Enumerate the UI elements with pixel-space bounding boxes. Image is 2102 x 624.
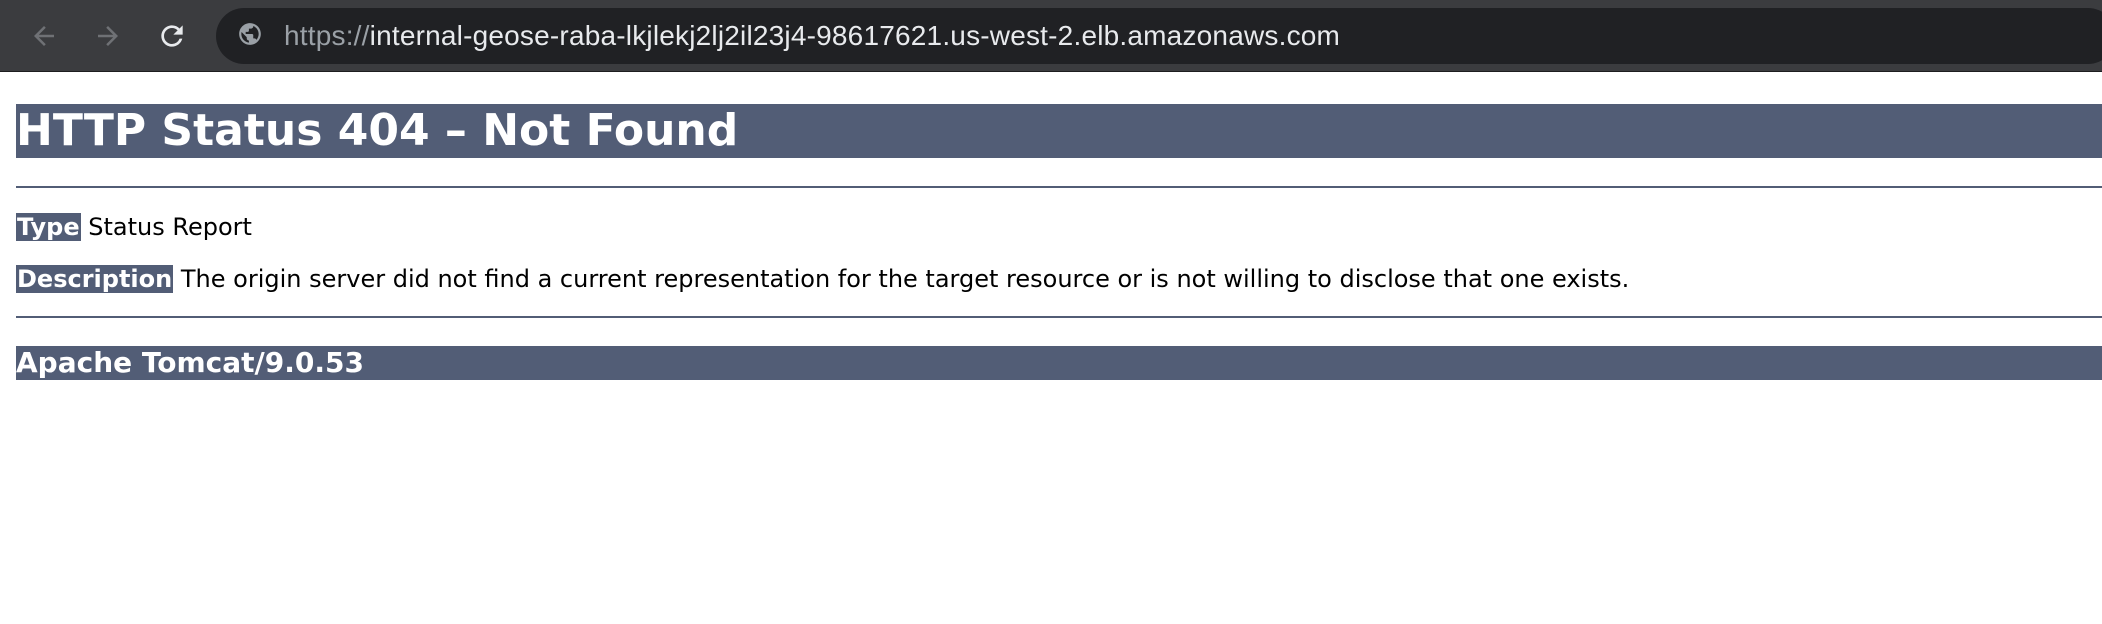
site-info-button[interactable] (236, 22, 264, 50)
description-label: Description (16, 265, 174, 293)
divider (16, 316, 2102, 318)
url-text[interactable]: https://internal-geose-raba-lkjlekj2lj2i… (284, 8, 1340, 64)
server-version: Apache Tomcat/9.0.53 (16, 346, 2102, 380)
arrow-right-icon (93, 21, 123, 51)
page-content: HTTP Status 404 – Not Found Type Status … (16, 104, 2102, 380)
page-title: HTTP Status 404 – Not Found (16, 104, 2102, 158)
description-value: The origin server did not find a current… (180, 265, 1630, 293)
arrow-left-icon (29, 21, 59, 51)
type-value: Status Report (88, 213, 252, 241)
reload-button[interactable] (150, 14, 194, 58)
description-row: Description The origin server did not fi… (16, 264, 2102, 294)
reload-icon (156, 20, 188, 52)
back-button[interactable] (22, 14, 66, 58)
divider (16, 186, 2102, 188)
browser-toolbar: https://internal-geose-raba-lkjlekj2lj2i… (0, 0, 2102, 72)
forward-button[interactable] (86, 14, 130, 58)
url-host: internal-geose-raba-lkjlekj2lj2il23j4-98… (369, 20, 1341, 51)
type-row: Type Status Report (16, 212, 2102, 242)
address-bar[interactable]: https://internal-geose-raba-lkjlekj2lj2i… (216, 8, 2102, 64)
globe-icon (237, 21, 263, 51)
type-label: Type (16, 213, 81, 241)
url-scheme: https:// (284, 20, 370, 51)
